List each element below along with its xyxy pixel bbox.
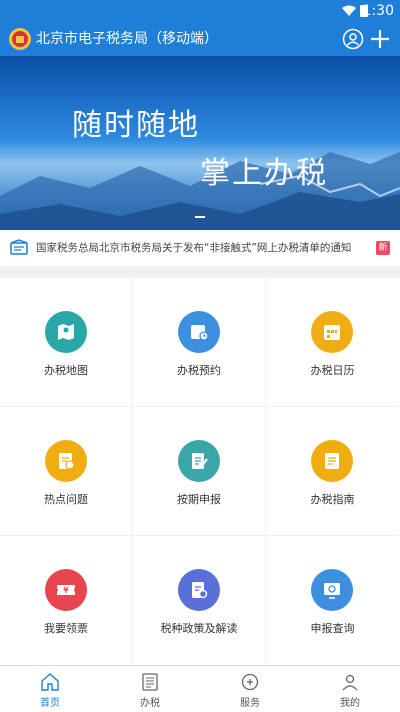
tax-emblem-icon <box>9 28 31 50</box>
banner-indicator <box>195 216 205 218</box>
grid-item-label: 办税指南 <box>310 493 355 506</box>
tab-tax[interactable]: 办税 <box>100 666 200 712</box>
grid-item-get-invoice[interactable]: 我要领票 <box>0 536 133 665</box>
wifi-icon <box>342 5 356 16</box>
service-icon <box>241 673 259 691</box>
notice-bar[interactable]: 国家税务总局北京市税务局关于发布“非接触式”网上办税清单的通知 新 <box>0 230 400 267</box>
ticket-icon <box>57 585 75 595</box>
map-icon <box>58 324 74 340</box>
guide-icon <box>325 453 339 469</box>
policy-icon <box>192 582 208 599</box>
banner-slogan-1: 随时随地 <box>72 108 200 143</box>
grid-item-tax-policy[interactable]: 税种政策及解读 <box>133 536 266 665</box>
grid-item-label: 办税预约 <box>177 364 221 377</box>
grid-item-hot-questions[interactable]: 热点问题 <box>0 407 133 536</box>
banner-slogan-2: 掌上办税 <box>200 156 328 191</box>
user-icon[interactable] <box>342 28 364 50</box>
grid-icon-circle <box>45 440 87 482</box>
add-icon[interactable] <box>368 27 392 51</box>
faq-icon <box>59 453 75 470</box>
grid-item-tax-calendar[interactable]: 办税日历 <box>266 278 399 407</box>
tax-icon <box>142 673 158 691</box>
grid-item-tax-guide[interactable]: 办税指南 <box>266 407 399 536</box>
banner[interactable]: 随时随地 掌上办税 <box>0 56 400 230</box>
great-wall-illustration <box>0 152 400 230</box>
profile-icon <box>342 674 358 691</box>
calendar-icon <box>324 325 340 340</box>
grid-icon-circle <box>311 440 353 482</box>
grid-icon-circle <box>45 311 87 353</box>
app-bar: 北京市电子税务局（移动端） <box>0 22 400 56</box>
tab-label: 首页 <box>40 698 60 709</box>
grid-item-periodic-declaration[interactable]: 按期申报 <box>133 407 266 536</box>
query-icon <box>324 583 340 599</box>
appointment-icon <box>191 325 209 341</box>
section-divider <box>0 266 400 278</box>
tab-label: 服务 <box>240 698 260 709</box>
announcement-icon <box>10 239 28 255</box>
grid-icon-circle <box>45 569 87 611</box>
grid-icon-circle <box>311 569 353 611</box>
notice-text[interactable]: 国家税务总局北京市税务局关于发布“非接触式”网上办税清单的通知 <box>36 240 351 255</box>
grid-icon-circle <box>178 569 220 611</box>
home-icon <box>41 673 59 691</box>
grid-item-label: 热点问题 <box>44 493 88 506</box>
grid-item-label: 申报查询 <box>310 622 355 635</box>
grid-item-label: 办税地图 <box>44 364 88 377</box>
bottom-tab-bar: 首页 办税 服务 我的 <box>0 665 400 712</box>
grid-icon-circle <box>178 440 220 482</box>
status-bar: 1:30 <box>0 0 400 22</box>
tab-service[interactable]: 服务 <box>200 666 300 712</box>
new-badge: 新 <box>376 241 390 255</box>
grid-item-tax-appointment[interactable]: 办税预约 <box>133 278 266 407</box>
status-time: 1:30 <box>362 3 394 19</box>
grid-icon-circle <box>178 311 220 353</box>
grid-item-tax-map[interactable]: 办税地图 <box>0 278 133 407</box>
grid-item-label: 税种政策及解读 <box>160 622 238 635</box>
app-title: 北京市电子税务局（移动端） <box>36 31 218 47</box>
grid-item-label: 按期申报 <box>177 493 221 506</box>
tab-label: 办税 <box>140 698 160 709</box>
tab-profile[interactable]: 我的 <box>300 666 400 712</box>
grid-icon-circle <box>311 311 353 353</box>
declare-icon <box>192 453 208 469</box>
grid-item-declaration-query[interactable]: 申报查询 <box>266 536 399 665</box>
tab-home[interactable]: 首页 <box>0 666 100 712</box>
grid-item-label: 办税日历 <box>310 364 355 377</box>
grid-item-label: 我要领票 <box>44 622 88 635</box>
tab-label: 我的 <box>340 698 360 709</box>
function-grid: 办税地图 办税预约 办税日历 热点问题 按期申报 办税指南 我要领票 税种政策及… <box>0 278 400 665</box>
